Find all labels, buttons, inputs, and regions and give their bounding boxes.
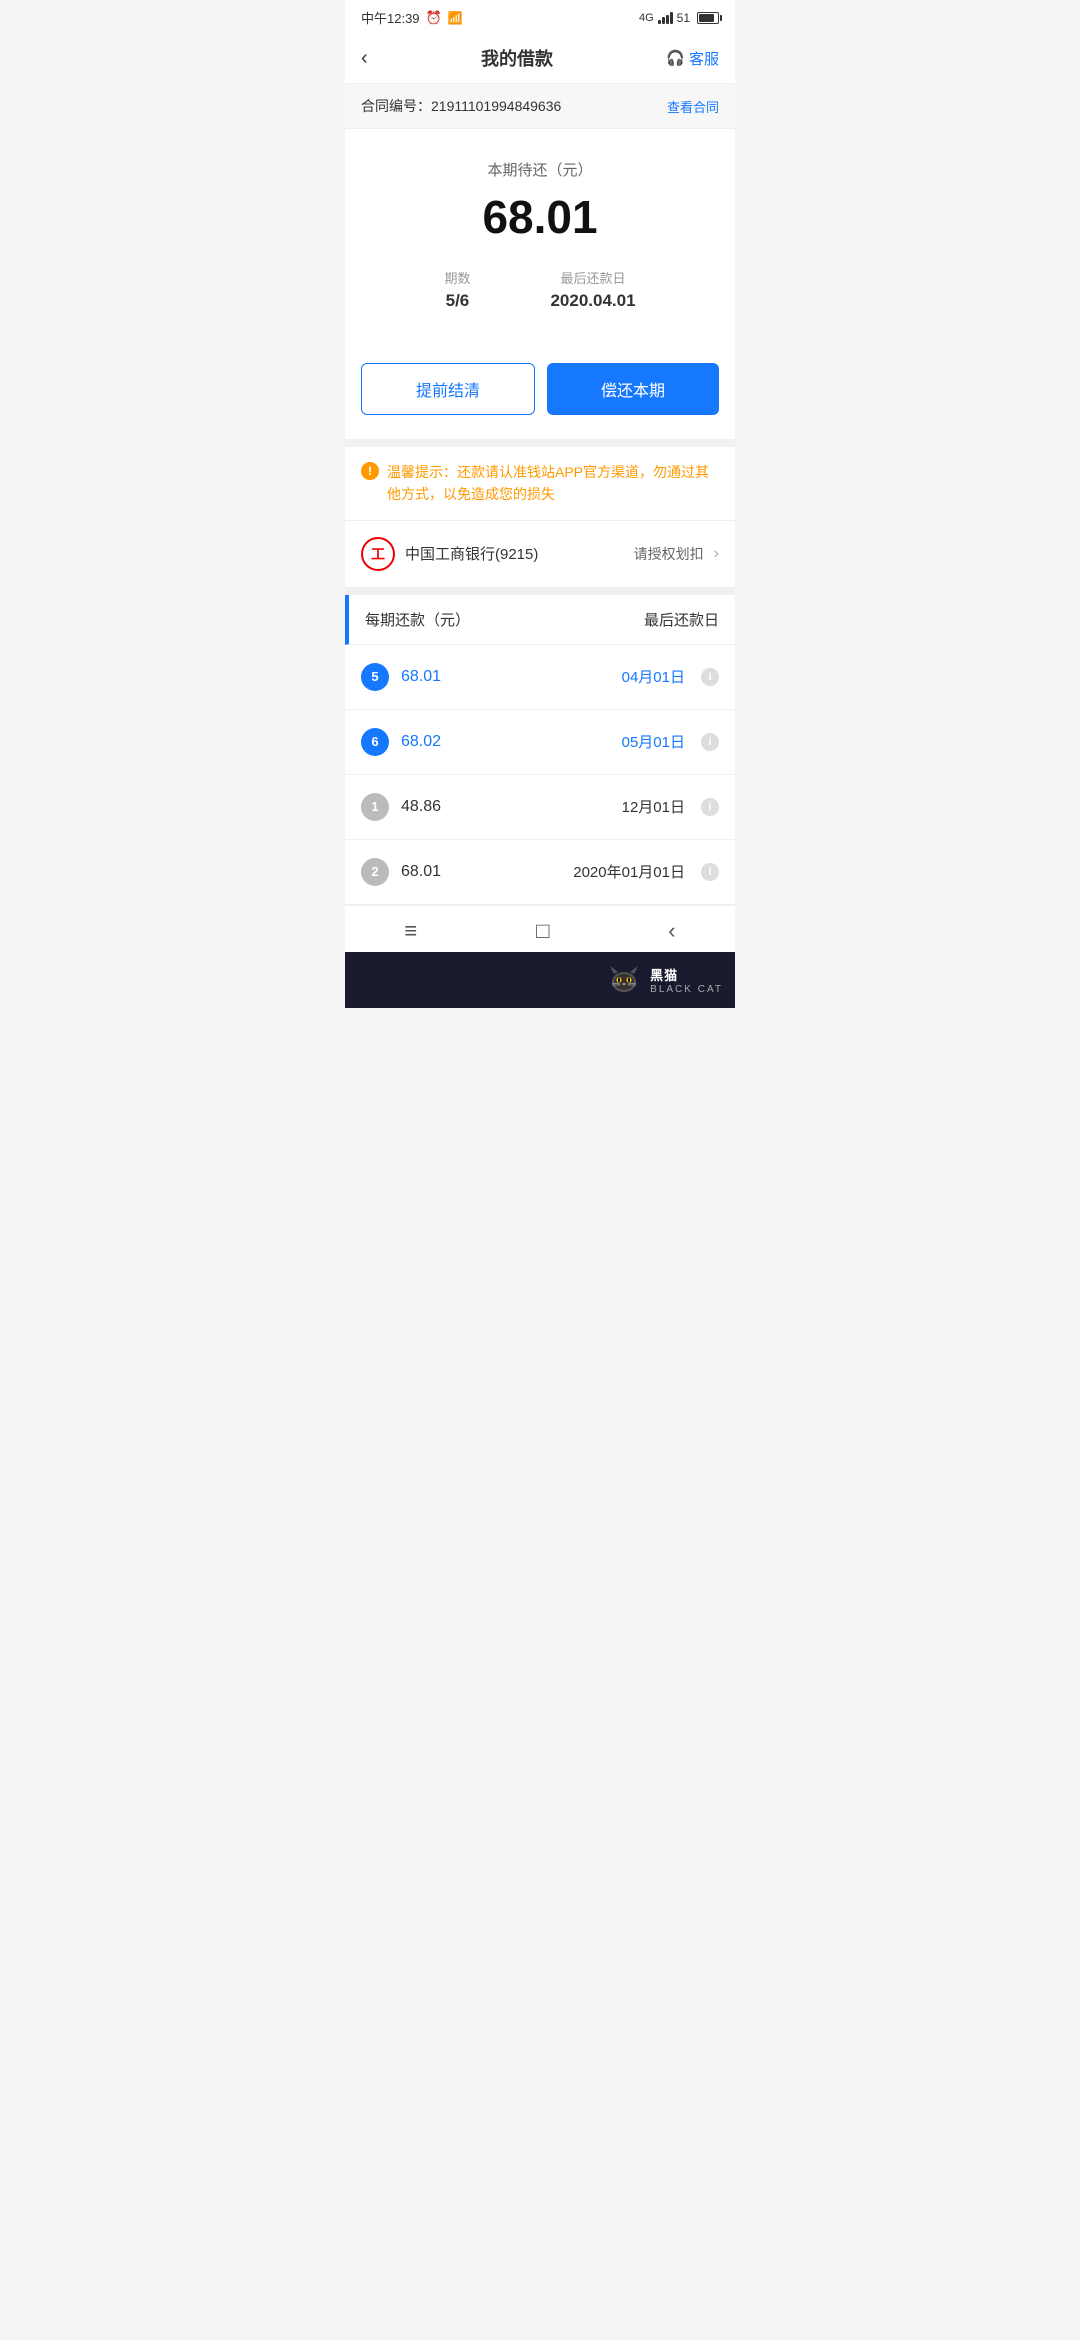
due-date-label: 最后还款日 <box>550 268 635 287</box>
info-button[interactable]: i <box>701 798 719 816</box>
bottom-nav: ≡ □ ‹ <box>345 905 735 952</box>
status-bar-left: 中午12:39 ⏰ 📶 <box>361 8 463 27</box>
warning-icon: ! <box>361 462 379 480</box>
repay-now-button[interactable]: 偿还本期 <box>547 363 719 415</box>
bank-row[interactable]: 工 中国工商银行(9215) 请授权划扣 › <box>345 521 735 595</box>
home-button[interactable]: □ <box>536 918 549 944</box>
network-label: 4G <box>639 12 654 24</box>
sim-icon: 📶 <box>448 11 463 25</box>
repayment-table: 每期还款（元） 最后还款日 5 68.01 04月01日 i 6 68.02 0… <box>345 595 735 905</box>
table-header-right: 最后还款日 <box>644 609 719 630</box>
row-amount: 68.01 <box>401 863 561 881</box>
period-info: 期数 5/6 <box>444 268 470 311</box>
row-amount: 68.02 <box>401 733 610 751</box>
black-cat-label: 黑猫 <box>650 965 723 984</box>
table-rows: 5 68.01 04月01日 i 6 68.02 05月01日 i 1 48.8… <box>345 645 735 905</box>
battery-icon <box>697 12 719 24</box>
row-amount: 68.01 <box>401 668 610 686</box>
amount-value: 68.01 <box>365 190 715 244</box>
period-badge: 1 <box>361 793 389 821</box>
row-amount: 48.86 <box>401 798 610 816</box>
period-badge: 2 <box>361 858 389 886</box>
menu-button[interactable]: ≡ <box>404 918 417 944</box>
row-date: 04月01日 <box>622 666 685 687</box>
black-cat-watermark: 黑猫 BLACK CAT <box>345 952 735 1008</box>
cat-svg-icon <box>604 960 644 1000</box>
period-badge: 5 <box>361 663 389 691</box>
table-row: 2 68.01 2020年01月01日 i <box>345 840 735 905</box>
early-repay-button[interactable]: 提前结清 <box>361 363 535 415</box>
period-badge: 6 <box>361 728 389 756</box>
bank-auth-text: 请授权划扣 <box>634 544 704 564</box>
black-cat-sublabel: BLACK CAT <box>650 984 723 995</box>
contract-label: 合同编号：21911101994849636 <box>361 96 561 116</box>
customer-service-button[interactable]: 🎧 客服 <box>666 48 719 69</box>
action-buttons: 提前结清 偿还本期 <box>345 363 735 439</box>
headphone-icon: 🎧 <box>666 49 685 67</box>
due-date-info: 最后还款日 2020.04.01 <box>550 268 635 311</box>
amount-label: 本期待还（元） <box>365 159 715 180</box>
info-row: 期数 5/6 最后还款日 2020.04.01 <box>365 268 715 311</box>
view-contract-link[interactable]: 查看合同 <box>667 97 719 116</box>
chevron-right-icon: › <box>714 545 719 563</box>
battery-level: 51 <box>677 11 690 25</box>
table-row: 1 48.86 12月01日 i <box>345 775 735 840</box>
info-button[interactable]: i <box>701 863 719 881</box>
table-row: 5 68.01 04月01日 i <box>345 645 735 710</box>
table-row: 6 68.02 05月01日 i <box>345 710 735 775</box>
alarm-icon: ⏰ <box>426 10 442 26</box>
status-bar: 中午12:39 ⏰ 📶 4G 51 <box>345 0 735 33</box>
table-header: 每期还款（元） 最后还款日 <box>345 595 735 645</box>
bank-icon: 工 <box>361 537 395 571</box>
period-value: 5/6 <box>444 291 470 311</box>
section-divider-1 <box>345 439 735 447</box>
row-date: 2020年01月01日 <box>573 861 685 882</box>
service-label: 客服 <box>689 48 719 69</box>
nav-bar: ‹ 我的借款 🎧 客服 <box>345 33 735 84</box>
row-date: 12月01日 <box>622 796 685 817</box>
status-time: 中午12:39 <box>361 8 420 27</box>
back-nav-button[interactable]: ‹ <box>668 918 675 944</box>
row-date: 05月01日 <box>622 731 685 752</box>
due-date-value: 2020.04.01 <box>550 291 635 311</box>
status-bar-right: 4G 51 <box>639 11 719 25</box>
bank-name: 中国工商银行(9215) <box>405 543 624 564</box>
contract-bar: 合同编号：21911101994849636 查看合同 <box>345 84 735 129</box>
cat-logo: 黑猫 BLACK CAT <box>604 960 723 1000</box>
info-button[interactable]: i <box>701 668 719 686</box>
warning-text: 温馨提示：还款请认准钱站APP官方渠道，勿通过其他方式，以免造成您的损失 <box>387 461 719 506</box>
info-button[interactable]: i <box>701 733 719 751</box>
period-label: 期数 <box>444 268 470 287</box>
table-header-left: 每期还款（元） <box>365 609 470 630</box>
signal-bars <box>658 12 673 24</box>
warning-banner: ! 温馨提示：还款请认准钱站APP官方渠道，勿通过其他方式，以免造成您的损失 <box>345 447 735 521</box>
amount-section: 本期待还（元） 68.01 期数 5/6 最后还款日 2020.04.01 <box>345 129 735 363</box>
page-title: 我的借款 <box>481 45 553 71</box>
back-button[interactable]: ‹ <box>361 47 368 70</box>
